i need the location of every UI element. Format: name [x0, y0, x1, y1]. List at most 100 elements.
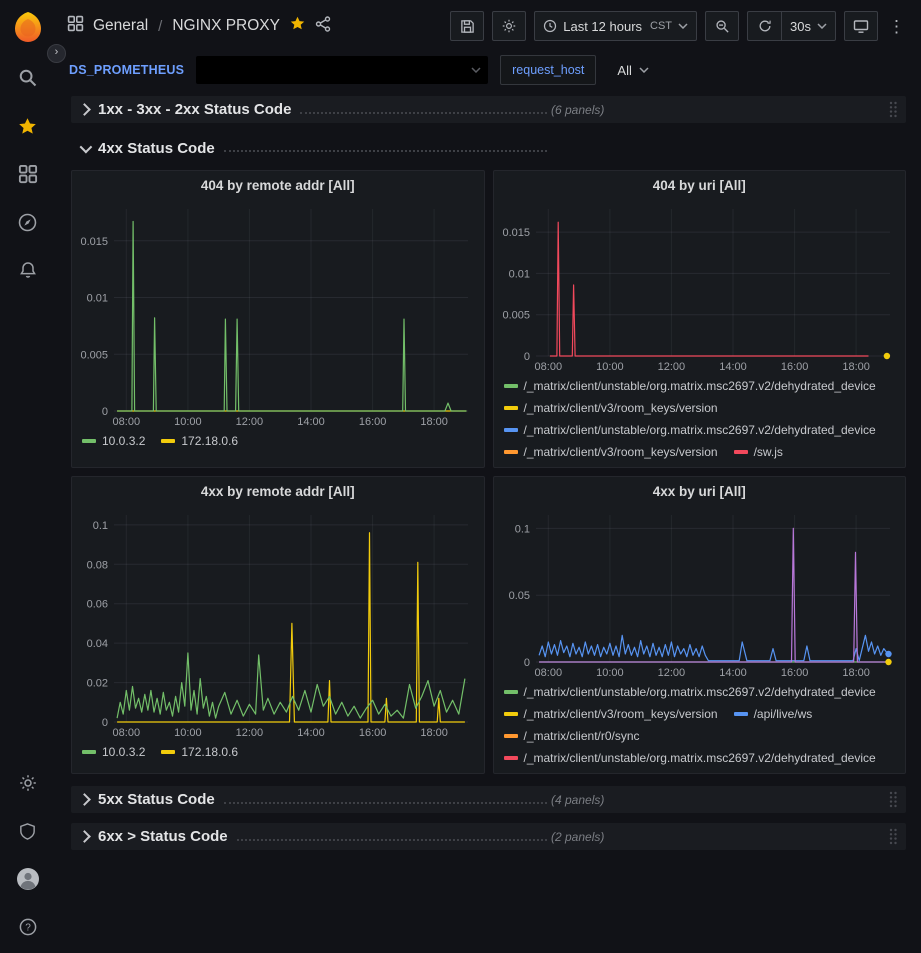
- timeseries-chart[interactable]: 08:0010:0012:0014:0016:0018:0000.050.1: [498, 505, 902, 680]
- dashboards-icon[interactable]: [0, 150, 55, 198]
- legend-item[interactable]: /_matrix/client/unstable/org.matrix.msc2…: [504, 419, 876, 441]
- dashboard-settings-button[interactable]: [492, 11, 526, 41]
- svg-text:0: 0: [523, 351, 529, 363]
- legend-item[interactable]: /_matrix/client/r0/sync: [504, 725, 640, 747]
- share-icon[interactable]: [315, 16, 331, 37]
- row-title: 6xx > Status Code: [98, 828, 228, 845]
- var-ds-prometheus-select[interactable]: [196, 56, 488, 84]
- row-6xx-status-code[interactable]: 6xx > Status Code (2 panels): [71, 823, 906, 850]
- svg-text:18:00: 18:00: [842, 667, 870, 679]
- tv-mode-button[interactable]: [844, 11, 878, 41]
- panel-404-by-uri: 404 by uri [All] 08:0010:0012:0014:0016:…: [493, 170, 907, 468]
- sidebar-expand-button[interactable]: ›: [47, 44, 66, 63]
- favorite-star-icon[interactable]: [289, 15, 306, 37]
- save-dashboard-button[interactable]: [450, 11, 484, 41]
- timeseries-chart[interactable]: 08:0010:0012:0014:0016:0018:0000.0050.01…: [76, 199, 480, 429]
- search-icon[interactable]: [0, 54, 55, 102]
- drag-handle-icon[interactable]: [888, 791, 898, 808]
- svg-text:0.005: 0.005: [502, 310, 530, 322]
- chevron-down-icon: [639, 67, 649, 73]
- refresh-interval-picker[interactable]: 30s: [781, 11, 836, 41]
- svg-text:16:00: 16:00: [359, 416, 387, 428]
- svg-text:10:00: 10:00: [174, 416, 202, 428]
- svg-text:18:00: 18:00: [420, 727, 448, 739]
- var-request-host-label[interactable]: request_host: [500, 55, 596, 85]
- svg-text:12:00: 12:00: [236, 727, 264, 739]
- dotted-leader: [237, 839, 547, 841]
- var-request-host-select[interactable]: All: [608, 56, 657, 84]
- svg-text:0.015: 0.015: [80, 236, 108, 248]
- legend-item[interactable]: /sw.js: [734, 441, 783, 463]
- svg-text:0.01: 0.01: [87, 293, 108, 305]
- grafana-logo[interactable]: [0, 0, 55, 54]
- svg-text:0.1: 0.1: [514, 523, 529, 535]
- svg-text:0.05: 0.05: [508, 590, 529, 602]
- timezone-label: CST: [650, 20, 672, 32]
- server-admin-gear-icon[interactable]: [0, 759, 55, 807]
- legend-item[interactable]: 10.0.3.2: [82, 741, 145, 763]
- panel-4xx-by-remote-addr: 4xx by remote addr [All] 08:0010:0012:00…: [71, 476, 485, 774]
- chevron-down-icon: [471, 67, 481, 73]
- starred-dashboards-icon[interactable]: [0, 102, 55, 150]
- svg-text:08:00: 08:00: [534, 361, 562, 373]
- grafana-app: ›: [0, 0, 921, 953]
- navbar-actions: Last 12 hours CST 30s: [450, 11, 907, 41]
- svg-text:10:00: 10:00: [596, 667, 624, 679]
- svg-text:0.015: 0.015: [502, 227, 530, 239]
- legend-item[interactable]: /_matrix/client/unstable/org.matrix.msc2…: [504, 681, 876, 703]
- admin-shield-icon[interactable]: [0, 807, 55, 855]
- dashboard-title[interactable]: NGINX PROXY: [172, 17, 280, 35]
- panel-title[interactable]: 404 by uri [All]: [494, 171, 906, 199]
- breadcrumb-separator: /: [157, 18, 163, 35]
- row-4xx-status-code[interactable]: 4xx Status Code: [71, 136, 906, 160]
- row-title: 5xx Status Code: [98, 791, 215, 808]
- svg-text:0: 0: [523, 657, 529, 669]
- panel-title[interactable]: 4xx by uri [All]: [494, 477, 906, 505]
- refresh-dashboard-button[interactable]: [747, 11, 781, 41]
- legend-item[interactable]: /api/live/ws: [734, 703, 813, 725]
- svg-text:0.01: 0.01: [508, 268, 529, 280]
- legend-item[interactable]: 172.18.0.6: [161, 741, 238, 763]
- svg-text:0.1: 0.1: [93, 520, 108, 532]
- panel-title[interactable]: 404 by remote addr [All]: [72, 171, 484, 199]
- kebab-menu-icon[interactable]: ⋮: [886, 18, 907, 35]
- panel-404-by-remote-addr: 404 by remote addr [All] 08:0010:0012:00…: [71, 170, 485, 468]
- svg-text:08:00: 08:00: [534, 667, 562, 679]
- panel-legend: 10.0.3.2 172.18.0.6: [72, 740, 484, 765]
- explore-compass-icon[interactable]: [0, 198, 55, 246]
- panel-legend: 10.0.3.2 172.18.0.6: [72, 429, 484, 454]
- svg-text:12:00: 12:00: [657, 667, 685, 679]
- chevron-right-icon: [78, 793, 91, 806]
- row-title: 1xx - 3xx - 2xx Status Code: [98, 101, 291, 118]
- user-avatar[interactable]: [0, 855, 55, 903]
- svg-text:14:00: 14:00: [297, 727, 325, 739]
- drag-handle-icon[interactable]: [888, 828, 898, 845]
- svg-text:12:00: 12:00: [236, 416, 264, 428]
- zoom-out-time-button[interactable]: [705, 11, 739, 41]
- legend-item[interactable]: /_matrix/client/v3/room_keys/version: [504, 397, 718, 419]
- legend-item[interactable]: /_matrix/client/v3/room_keys/version: [504, 441, 718, 463]
- svg-text:0.04: 0.04: [87, 638, 108, 650]
- var-ds-prometheus-label[interactable]: DS_PROMETHEUS: [69, 63, 184, 77]
- panel-title[interactable]: 4xx by remote addr [All]: [72, 477, 484, 505]
- breadcrumb-section[interactable]: General: [93, 17, 148, 35]
- help-icon[interactable]: ?: [0, 903, 55, 951]
- legend-item[interactable]: 10.0.3.2: [82, 430, 145, 452]
- timeseries-chart[interactable]: 08:0010:0012:0014:0016:0018:0000.020.040…: [76, 505, 480, 740]
- row-5xx-status-code[interactable]: 5xx Status Code (4 panels): [71, 786, 906, 813]
- legend-item[interactable]: /_matrix/client/v3/room_keys/version: [504, 703, 718, 725]
- row-panel-count: (2 panels): [551, 830, 604, 844]
- legend-item[interactable]: /_matrix/client/unstable/org.matrix.msc2…: [504, 747, 876, 769]
- time-range-picker[interactable]: Last 12 hours CST: [534, 11, 697, 41]
- legend-item[interactable]: 172.18.0.6: [161, 430, 238, 452]
- row-1xx-3xx-2xx-status-code[interactable]: 1xx - 3xx - 2xx Status Code (6 panels): [71, 96, 906, 123]
- svg-text:0.02: 0.02: [87, 678, 108, 690]
- timeseries-chart[interactable]: 08:0010:0012:0014:0016:0018:0000.0050.01…: [498, 199, 902, 374]
- row-title: 4xx Status Code: [98, 140, 215, 157]
- alerting-bell-icon[interactable]: [0, 246, 55, 294]
- drag-handle-icon[interactable]: [888, 101, 898, 118]
- svg-text:0.06: 0.06: [87, 599, 108, 611]
- refresh-interval-label: 30s: [790, 19, 811, 34]
- legend-item[interactable]: /_matrix/client/unstable/org.matrix.msc2…: [504, 375, 876, 397]
- main-area: General / NGINX PROXY Last 12 hours: [55, 0, 921, 953]
